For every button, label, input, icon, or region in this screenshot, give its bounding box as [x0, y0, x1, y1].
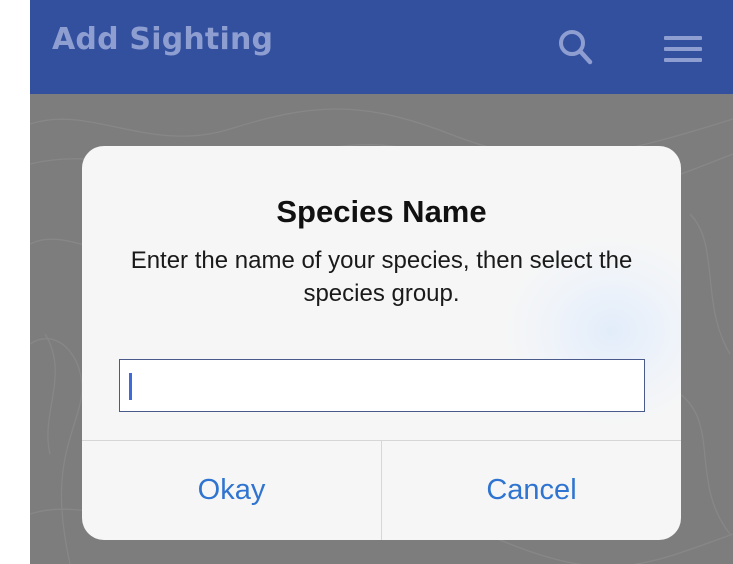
menu-icon[interactable]: [662, 34, 704, 64]
search-icon[interactable]: [555, 27, 597, 69]
species-name-field[interactable]: [119, 359, 645, 412]
app-header: Add Sighting: [30, 0, 733, 94]
dialog-title: Species Name: [276, 194, 487, 229]
text-cursor: [129, 373, 132, 400]
dialog-message: Enter the name of your species, then sel…: [130, 247, 633, 307]
cancel-button[interactable]: Cancel: [382, 441, 681, 540]
species-name-input[interactable]: [120, 360, 644, 411]
species-name-dialog: Species Name Enter the name of your spec…: [82, 146, 681, 540]
okay-button[interactable]: Okay: [82, 441, 381, 540]
page-title: Add Sighting: [52, 22, 274, 57]
